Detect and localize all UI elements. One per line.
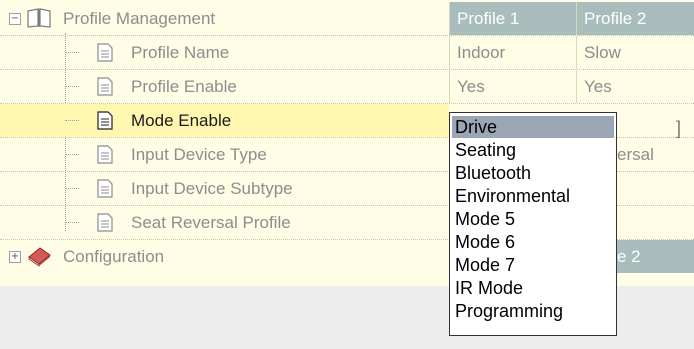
label-cell: Input Device Subtype — [0, 172, 449, 205]
configuration-label: Configuration — [63, 247, 165, 266]
profile1-header[interactable]: Profile 1 — [449, 2, 576, 35]
label-cell: Profile Enable — [0, 70, 449, 103]
row-profile-management[interactable]: − Profile Management Profile 1 Profile 2 — [0, 2, 694, 36]
configuration-book-icon — [28, 247, 51, 267]
row-profile-enable[interactable]: Profile Enable Yes Yes — [0, 70, 694, 104]
dropdown-option-mode-5[interactable]: Mode 5 — [452, 208, 614, 230]
expand-icon[interactable]: + — [9, 251, 21, 263]
input-device-type-label: Input Device Type — [131, 145, 267, 164]
label-cell: + Configuration — [0, 240, 449, 273]
mode-enable-label: Mode Enable — [131, 111, 232, 130]
profile2-header[interactable]: Profile 2 — [576, 2, 694, 35]
dropdown-option-mode-6[interactable]: Mode 6 — [452, 231, 614, 253]
input-device-subtype-label: Input Device Subtype — [131, 179, 293, 198]
document-icon — [97, 179, 113, 198]
profile-enable-label: Profile Enable — [131, 77, 237, 96]
dropdown-option-programming[interactable]: Programming — [452, 300, 614, 322]
tree-branch — [65, 86, 79, 87]
dropdown-option-mode-7[interactable]: Mode 7 — [452, 254, 614, 276]
label-cell: − Profile Management — [0, 2, 449, 35]
tree-branch — [65, 120, 79, 121]
dropdown-option-bluetooth[interactable]: Bluetooth — [452, 162, 614, 184]
tree-branch — [65, 222, 79, 223]
document-icon — [97, 145, 113, 164]
dropdown-option-environmental[interactable]: Environmental — [452, 185, 614, 207]
label-cell: Seat Reversal Profile — [0, 206, 449, 239]
profile-management-label: Profile Management — [63, 9, 216, 28]
profile-name-label: Profile Name — [131, 43, 230, 62]
collapse-icon[interactable]: − — [9, 13, 21, 25]
profile-enable-p1[interactable]: Yes — [449, 70, 576, 103]
mode-enable-bracket: ] — [676, 118, 682, 138]
mode-enable-dropdown[interactable]: Drive Seating Bluetooth Environmental Mo… — [449, 112, 617, 336]
label-cell: Input Device Type — [0, 138, 449, 171]
seat-reversal-profile-label: Seat Reversal Profile — [131, 213, 291, 232]
tree-branch — [65, 52, 79, 53]
label-cell: Profile Name — [0, 36, 449, 69]
book-icon — [27, 8, 51, 28]
label-cell: Mode Enable — [0, 104, 449, 137]
document-icon — [97, 111, 113, 130]
dropdown-option-seating[interactable]: Seating — [452, 139, 614, 161]
document-icon — [97, 43, 113, 62]
dropdown-option-ir-mode[interactable]: IR Mode — [452, 277, 614, 299]
document-icon — [97, 213, 113, 232]
dropdown-option-drive[interactable]: Drive — [452, 116, 614, 138]
tree-branch — [65, 154, 79, 155]
row-profile-name[interactable]: Profile Name Indoor Slow — [0, 36, 694, 70]
profile-enable-p2[interactable]: Yes — [576, 70, 694, 103]
document-icon — [97, 77, 113, 96]
tree-branch — [65, 188, 79, 189]
profile-name-p2[interactable]: Slow — [576, 36, 694, 69]
profile-name-p1[interactable]: Indoor — [449, 36, 576, 69]
